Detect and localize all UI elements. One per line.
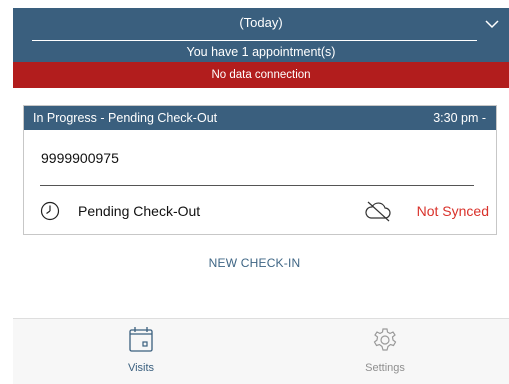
visit-card[interactable]: In Progress - Pending Check-Out 3:30 pm … [23,105,497,235]
card-divider [40,185,474,186]
clock-icon [40,201,60,221]
calendar-icon [129,327,153,352]
chevron-down-icon[interactable] [485,19,499,29]
tab-visits-label: Visits [127,362,155,374]
sync-status: Not Synced [416,203,489,219]
date-selector[interactable]: (Today) [13,8,509,40]
pending-checkout-label: Pending Check-Out [78,203,201,219]
visit-time: 3:30 pm - [433,111,486,125]
tab-visits[interactable]: Visits [96,319,186,384]
visit-card-header: In Progress - Pending Check-Out 3:30 pm … [24,106,496,130]
date-underline [32,40,477,41]
appointment-count: You have 1 appointment(s) [186,45,336,59]
cloud-off-icon [365,201,391,222]
gear-icon [373,328,397,351]
tab-bar: Visits Settings [13,318,509,384]
visit-status: In Progress - Pending Check-Out [33,111,218,125]
connection-alert: No data connection [13,62,509,88]
tab-settings-label: Settings [365,362,405,374]
date-label: (Today) [239,15,283,30]
tab-settings[interactable]: Settings [340,319,430,384]
new-checkin-button[interactable]: NEW CHECK-IN [0,256,509,270]
app-header: (Today) You have 1 appointment(s) [13,8,509,62]
visit-phone-number: 9999900975 [41,150,119,166]
